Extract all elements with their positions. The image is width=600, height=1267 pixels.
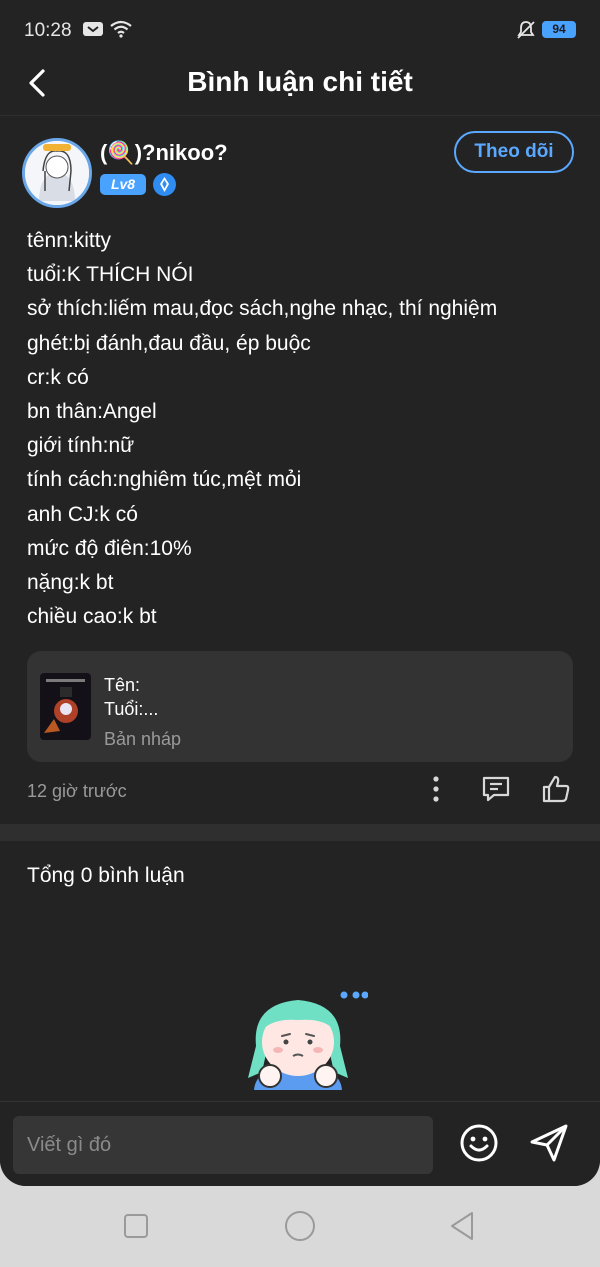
thumbs-up-icon[interactable] bbox=[540, 773, 572, 805]
follow-button[interactable]: Theo dõi bbox=[454, 131, 574, 173]
post-line: tuổi:K THÍCH NÓI bbox=[27, 263, 194, 287]
wifi-icon bbox=[110, 20, 132, 38]
post-line: anh CJ:k có bbox=[27, 502, 138, 526]
app-screen: 10:28 94 Bình luận chi tiết (🍭)?nikoo? L… bbox=[0, 0, 600, 1186]
message-icon bbox=[83, 22, 103, 36]
post-line: tính cách:nghiêm túc,mệt mỏi bbox=[27, 468, 302, 492]
avatar-image bbox=[25, 141, 89, 205]
battery-level: 94 bbox=[552, 22, 566, 36]
post-timestamp: 12 giờ trước bbox=[27, 781, 127, 801]
username[interactable]: (🍭)?nikoo? bbox=[100, 140, 228, 166]
back-triangle-icon[interactable] bbox=[444, 1208, 480, 1244]
battery-icon: 94 bbox=[542, 21, 576, 38]
attachment-status: Bản nháp bbox=[104, 729, 182, 749]
empty-state-mascot bbox=[248, 991, 368, 1090]
avatar[interactable] bbox=[22, 138, 92, 208]
post-line: giới tính:nữ bbox=[27, 434, 135, 458]
attachment-line: Tên: bbox=[104, 675, 141, 695]
more-vertical-icon[interactable] bbox=[420, 773, 452, 805]
post-line: ghét:bị đánh,đau đầu, ép buộc bbox=[27, 331, 311, 355]
attachment-card[interactable]: Tên: Tuổi:... Bản nháp bbox=[27, 651, 573, 762]
post: (🍭)?nikoo? Lv8 Theo dõi tênn:kitty tuổi:… bbox=[0, 118, 600, 824]
post-content: tênn:kitty tuổi:K THÍCH NÓI sở thích:liế… bbox=[27, 224, 587, 634]
status-time: 10:28 bbox=[24, 20, 72, 41]
home-icon[interactable] bbox=[282, 1208, 318, 1244]
attachment-thumbnail bbox=[40, 673, 91, 740]
comment-composer bbox=[0, 1101, 600, 1186]
post-line: chiều cao:k bt bbox=[27, 605, 157, 629]
post-line: tênn:kitty bbox=[27, 229, 112, 252]
status-bar: 10:28 94 bbox=[0, 0, 600, 60]
emoji-icon[interactable] bbox=[458, 1122, 500, 1164]
post-line: mức độ điên:10% bbox=[27, 536, 192, 560]
comment-icon[interactable] bbox=[480, 773, 512, 805]
post-line: nặng:k bt bbox=[27, 571, 114, 595]
mute-icon bbox=[517, 21, 535, 39]
post-line: cr:k có bbox=[27, 365, 89, 389]
diamond-badge-icon bbox=[153, 173, 176, 196]
comments-total: Tổng 0 bình luận bbox=[27, 864, 185, 887]
post-line: sở thích:liếm mau,đọc sách,nghe nhạc, th… bbox=[27, 297, 498, 321]
send-icon[interactable] bbox=[528, 1122, 570, 1164]
app-bar: Bình luận chi tiết bbox=[0, 60, 600, 116]
section-divider bbox=[0, 824, 600, 841]
recent-apps-icon[interactable] bbox=[118, 1208, 154, 1244]
attachment-line: Tuổi:... bbox=[104, 699, 159, 719]
comment-input[interactable] bbox=[13, 1116, 433, 1174]
post-line: bn thân:Angel bbox=[27, 400, 157, 424]
system-nav-bar bbox=[0, 1186, 600, 1267]
page-title: Bình luận chi tiết bbox=[187, 66, 413, 97]
level-badge: Lv8 bbox=[100, 174, 146, 195]
